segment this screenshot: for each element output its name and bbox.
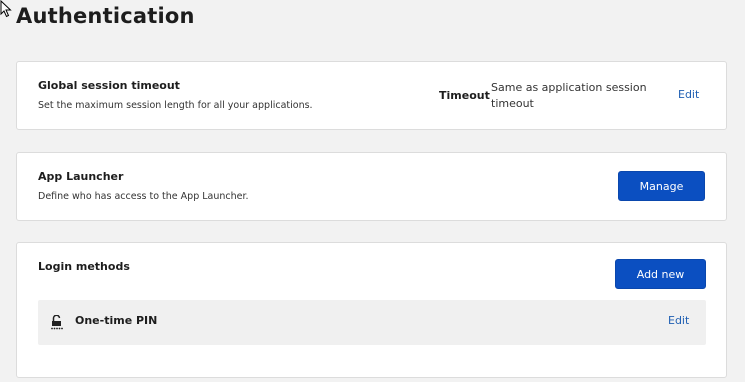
session-timeout-title: Global session timeout [38, 79, 180, 92]
timeout-value: Same as application session timeout [491, 81, 647, 110]
login-methods-card: Login methods Add new One-time PIN Edit [16, 242, 727, 378]
app-launcher-card: App Launcher Define who has access to th… [16, 152, 727, 221]
login-method-row: One-time PIN Edit [38, 300, 706, 345]
timeout-label: Timeout [439, 89, 490, 102]
timeout-edit-link[interactable]: Edit [678, 88, 699, 101]
unlock-pin-icon [51, 315, 63, 330]
mouse-cursor-icon [0, 0, 12, 18]
app-launcher-description: Define who has access to the App Launche… [38, 191, 249, 202]
session-timeout-description: Set the maximum session length for all y… [38, 100, 313, 111]
login-method-edit-link[interactable]: Edit [668, 314, 689, 327]
manage-button[interactable]: Manage [618, 171, 705, 201]
app-launcher-title: App Launcher [38, 170, 124, 183]
page-title: Authentication [16, 4, 195, 28]
login-methods-title: Login methods [38, 260, 130, 273]
session-timeout-card: Global session timeout Set the maximum s… [16, 61, 727, 130]
add-new-button[interactable]: Add new [615, 259, 706, 289]
login-method-label: One-time PIN [75, 314, 158, 327]
